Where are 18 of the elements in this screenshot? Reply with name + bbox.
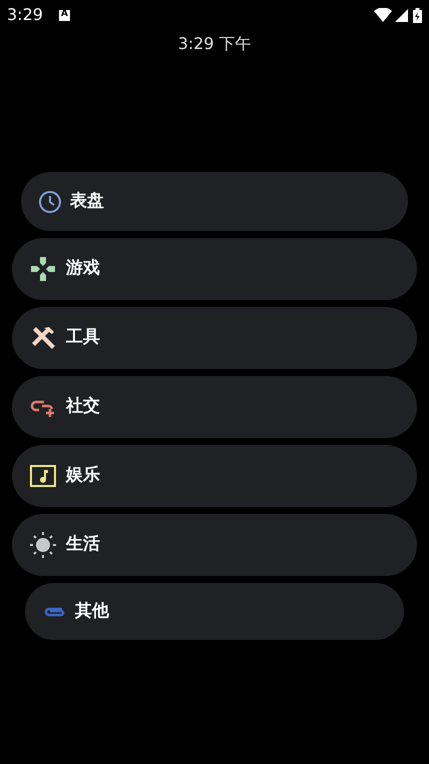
category-item[interactable]: 工具 (12, 307, 417, 369)
category-item[interactable]: 表盘 (21, 172, 408, 231)
category-item[interactable]: 娱乐 (12, 445, 417, 507)
category-item[interactable]: 生活 (12, 514, 417, 576)
wifi-icon (374, 8, 392, 22)
battery-icon (413, 8, 422, 22)
clock-icon (38, 190, 62, 214)
sun-icon (30, 532, 56, 558)
signal-icon (395, 8, 408, 22)
music-note-icon (30, 465, 56, 487)
tools-icon (30, 325, 56, 351)
status-time: 3:29 (7, 4, 43, 26)
category-item[interactable]: 其他 (25, 583, 404, 640)
category-item[interactable]: 社交 (12, 376, 417, 438)
gamepad-icon (30, 256, 56, 282)
category-item[interactable]: 游戏 (12, 238, 417, 300)
notification-icon: A (58, 10, 70, 20)
clock-time: 3:29 下午 (178, 33, 251, 55)
